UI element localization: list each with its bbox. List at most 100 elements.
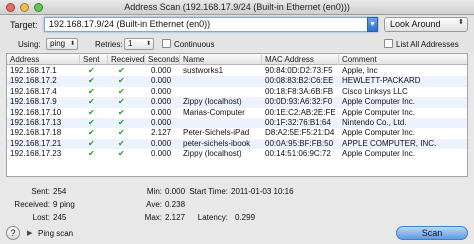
window-title: Address Scan (192.168.17.9/24 (Built-in … [124, 2, 350, 12]
combo-dropdown-button[interactable]: ▼ [367, 17, 378, 32]
cell-comment: APPLE COMPUTER, INC. [342, 138, 437, 148]
cell-seconds: 0.000 [151, 97, 172, 107]
column-header-seconds[interactable]: Seconds [145, 55, 180, 65]
cell-sent: ✔ [88, 138, 95, 148]
cell-received: ✔ [118, 128, 125, 138]
cell-comment: Cisco Linksys LLC [342, 86, 408, 96]
action-popup-value: Look Around [390, 19, 441, 29]
min-label: Min: [146, 187, 162, 196]
cell-comment: Apple Computer Inc. [342, 107, 415, 117]
help-button[interactable]: ? [6, 226, 20, 240]
max-label: Max: [144, 213, 162, 222]
cell-seconds: 0.000 [151, 138, 172, 148]
cell-sent: ✔ [88, 66, 95, 75]
title-bar: Address Scan (192.168.17.9/24 (Built-in … [0, 0, 474, 15]
cell-seconds: 0.000 [151, 66, 172, 75]
cell-received: ✔ [118, 66, 125, 75]
start-time-label: Start Time: [189, 187, 228, 196]
using-value: ping [50, 39, 66, 48]
cell-mac: 90:84:0D:D2:73:F5 [265, 66, 333, 75]
received-label: Received: [14, 200, 50, 209]
cell-mac: 00:1E:C2:AB:2E:FE [265, 107, 336, 117]
cell-mac: 00:08:83:B2:C6:EE [265, 76, 334, 86]
cell-address: 192.168.17.4 [10, 86, 57, 96]
table-row[interactable]: 192.168.17.4 ✔ ✔ 0.000 00:18:F8:3A:6B:FB Cisc… [7, 87, 467, 97]
retries-popup[interactable]: 1 ⬍ [124, 38, 154, 50]
cell-address: 192.168.17.1 [10, 66, 57, 75]
cell-comment: Apple Computer Inc. [342, 128, 415, 138]
cell-received: ✔ [118, 118, 125, 127]
using-label: Using: [18, 40, 41, 49]
latency-label: Latency: [197, 213, 228, 222]
column-header-mac[interactable]: MAC Address [262, 55, 339, 65]
target-label: Target: [10, 20, 38, 30]
cell-seconds: 0.000 [151, 118, 172, 127]
column-header-address[interactable]: Address [7, 55, 80, 65]
sent-label: Sent: [31, 187, 50, 196]
cell-name: Zippy (localhost) [183, 149, 242, 159]
disclosure-triangle-icon[interactable]: ▶ [27, 229, 32, 237]
cell-name: Marias-Computer [183, 107, 245, 117]
target-value: 192.168.17.9/24 (Built-in Ethernet (en0)… [49, 19, 211, 29]
cell-comment: Apple Computer Inc. [342, 149, 415, 159]
cell-address: 192.168.17.10 [10, 107, 62, 117]
cell-name: Peter-Sichels-iPad [183, 128, 250, 138]
cell-received: ✔ [118, 138, 125, 148]
using-popup[interactable]: ping ⬍ [46, 38, 78, 50]
cell-seconds: 0.000 [151, 76, 172, 86]
cell-mac: 00:14:51:06:9C:72 [265, 149, 331, 159]
table-row[interactable]: 192.168.17.10 ✔ ✔ 0.000 Marias-Computer 00:1E… [7, 108, 467, 118]
cell-received: ✔ [118, 97, 125, 107]
cell-received: ✔ [118, 149, 125, 159]
table-row[interactable]: 192.168.17.18 ✔ ✔ 2.127 Peter-Sichels-iPad D8… [7, 128, 467, 138]
updown-arrows-icon: ⬍ [69, 41, 75, 47]
continuous-checkbox[interactable] [162, 39, 171, 48]
column-header-sent[interactable]: Sent [80, 55, 108, 65]
list-all-addresses-checkbox[interactable] [384, 39, 393, 48]
table-row[interactable]: 192.168.17.13 ✔ ✔ 0.000 00:1F:32:76:B1:64 Nin… [7, 118, 467, 129]
cell-comment: Apple Computer Inc. [342, 97, 415, 107]
lost-value: 245 [53, 213, 67, 222]
cell-seconds: 0.000 [151, 107, 172, 117]
cell-name: sustworks1 [183, 66, 224, 75]
sent-value: 254 [53, 187, 67, 196]
scan-mode-label: Ping scan [38, 229, 74, 238]
ave-value: 0.238 [165, 200, 186, 209]
chevron-down-icon: ▼ [369, 21, 376, 28]
cell-seconds: 0.000 [151, 86, 172, 96]
cell-mac: D8:A2:5E:F5:21:D4 [265, 128, 335, 138]
cell-comment: Nintendo Co., Ltd. [342, 118, 407, 127]
cell-address: 192.168.17.13 [10, 118, 62, 127]
cell-name: Zippy (localhost) [183, 97, 242, 107]
action-popup[interactable]: Look Around ⬍ [384, 17, 468, 32]
cell-address: 192.168.17.23 [10, 149, 62, 159]
continuous-label: Continuous [174, 40, 215, 49]
table-header: Address Sent Received Seconds Name MAC A… [7, 54, 467, 65]
lost-label: Lost: [32, 213, 50, 222]
table-row[interactable]: 192.168.17.23 ✔ ✔ 0.000 Zippy (localhost) 00:… [7, 149, 467, 159]
column-header-comment[interactable]: Comment [339, 55, 467, 65]
cell-address: 192.168.17.9 [10, 97, 57, 107]
min-value: 0.000 [165, 187, 186, 196]
cell-comment: HEWLETT-PACKARD [342, 76, 421, 86]
cell-address: 192.168.17.21 [10, 138, 62, 148]
table-row[interactable]: 192.168.17.1 ✔ ✔ 0.000 sustworks1 90:84:0D:D2… [7, 66, 467, 76]
cell-sent: ✔ [88, 86, 95, 96]
results-table[interactable]: Address Sent Received Seconds Name MAC A… [6, 53, 468, 177]
column-header-name[interactable]: Name [180, 55, 262, 65]
cell-address: 192.168.17.2 [10, 76, 57, 86]
updown-arrows-icon: ⬍ [145, 41, 151, 47]
start-time-value: 2011-01-03 10:16 [231, 187, 294, 196]
column-header-received[interactable]: Received [108, 55, 145, 65]
scan-button[interactable]: Scan [396, 226, 468, 240]
target-combo-box[interactable]: 192.168.17.9/24 (Built-in Ethernet (en0)… [44, 17, 378, 32]
cell-sent: ✔ [88, 97, 95, 107]
cell-comment: Apple, Inc [342, 66, 378, 75]
table-row[interactable]: 192.168.17.21 ✔ ✔ 0.000 peter-sichels-ibook 0… [7, 138, 467, 150]
table-row[interactable]: 192.168.17.9 ✔ ✔ 0.000 Zippy (localhost) 00:0… [7, 97, 467, 108]
cell-mac: 00:0A:95:BF:FB:50 [265, 138, 334, 148]
latency-value: 0.299 [235, 213, 256, 222]
table-row[interactable]: 192.168.17.2 ✔ ✔ 0.000 00:08:83:B2:C6:EE HEWL… [7, 76, 467, 87]
retries-value: 1 [128, 39, 133, 48]
cell-mac: 00:18:F8:3A:6B:FB [265, 86, 334, 96]
